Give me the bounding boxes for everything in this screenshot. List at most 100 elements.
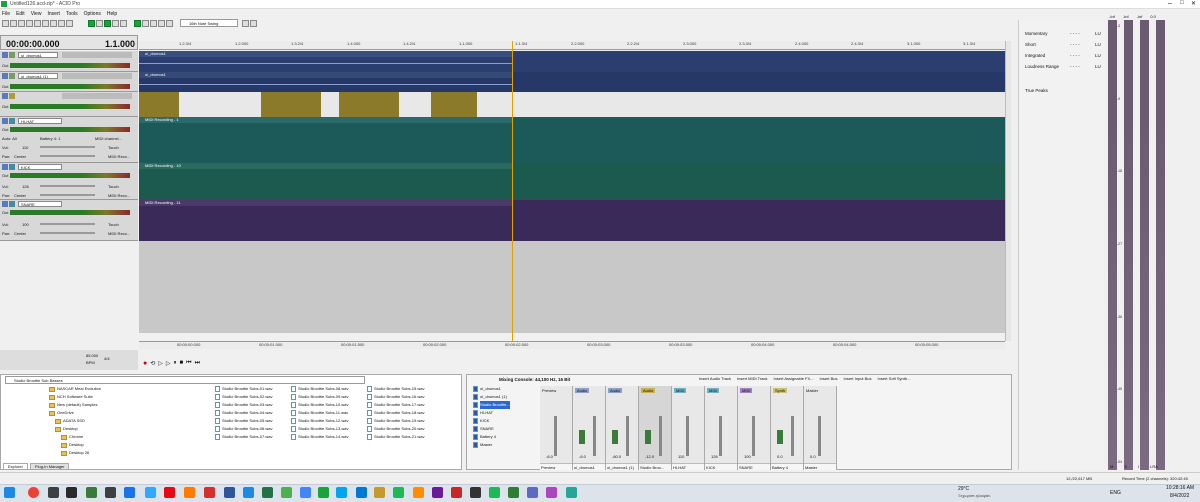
loop-playback-icon[interactable]: ⟲ <box>150 360 155 367</box>
midi-record-label[interactable]: MIDI Reco... <box>108 231 130 236</box>
automation-label[interactable]: Auto: All <box>2 136 17 141</box>
spotify-icon[interactable] <box>489 487 500 498</box>
weather-temp[interactable]: 29°C <box>958 486 969 492</box>
track-header[interactable]: HI-HAT Out Auto: All Battery 4: 1 MIDI c… <box>0 117 138 163</box>
clock-date[interactable]: 8/4/2022 <box>1170 493 1189 499</box>
app-icon[interactable] <box>508 487 519 498</box>
mixer-list-item[interactable]: HI-HAT <box>480 409 493 417</box>
track-name[interactable]: oi_dromos1 <box>18 52 58 58</box>
track-header[interactable]: oi_dromos1 Out <box>0 51 138 72</box>
fader[interactable] <box>818 416 821 456</box>
file-item[interactable]: Studio Broottie Subs-07.wav <box>222 433 272 441</box>
mixer-list-item[interactable]: Master <box>480 441 492 449</box>
start-icon[interactable] <box>4 487 15 498</box>
loop-clip[interactable] <box>431 92 477 117</box>
record-icon[interactable]: ● <box>143 360 147 367</box>
file-item[interactable]: Studio Broottie Subs-12.wav <box>298 417 348 425</box>
file-item[interactable]: Studio Broottie Subs-15.wav <box>374 385 424 393</box>
app-icon[interactable] <box>124 487 135 498</box>
touch-label[interactable]: Touch <box>108 184 119 189</box>
properties-icon[interactable] <box>150 19 157 27</box>
fader[interactable] <box>626 416 629 456</box>
cut-icon[interactable] <box>34 19 41 27</box>
app-icon[interactable] <box>281 487 292 498</box>
track-header[interactable]: SNARE Out Vol: 100 Touch Pan: Center MID… <box>0 200 138 241</box>
track-header[interactable]: oi_dromos1 (1) Out <box>0 72 138 92</box>
mixer-list-item[interactable]: Battery 4 <box>480 433 496 441</box>
midi-clip[interactable]: MIDI Recording - 10 <box>139 163 1005 200</box>
pan-slider[interactable] <box>40 155 95 157</box>
touch-label[interactable]: Touch <box>108 222 119 227</box>
stop-icon[interactable]: ■ <box>180 360 184 366</box>
menu-file[interactable]: File <box>2 11 10 17</box>
checkbox-icon[interactable] <box>473 402 478 408</box>
play-from-start-icon[interactable]: ▷ <box>158 360 163 367</box>
midi-clip[interactable]: MIDI Recording - 11 <box>139 200 1005 241</box>
mixer-list-item[interactable]: oi_dromos1 <box>480 385 501 393</box>
menu-help[interactable]: Help <box>107 11 117 17</box>
track-name[interactable]: SNARE <box>18 201 62 207</box>
insert-fx-button[interactable]: Insert Assignable FX... <box>773 376 813 381</box>
fader[interactable] <box>752 416 755 456</box>
mixer-strip[interactable]: Synth 0.0 Battery 4 <box>771 386 804 470</box>
tree-item[interactable]: New (default) Samples <box>57 401 97 409</box>
fader[interactable] <box>554 416 557 456</box>
midi-channel-label[interactable]: MIDI channel... <box>95 136 122 141</box>
file-item[interactable]: Studio Broottie Subs-08.wav <box>298 385 348 393</box>
timeline-scrollbar[interactable] <box>1005 41 1011 341</box>
loop-clip[interactable] <box>339 92 399 117</box>
audio-clip[interactable]: oi_dromos1 <box>139 51 1005 72</box>
app-icon[interactable] <box>105 487 116 498</box>
insert-input-bus-button[interactable]: Insert Input Bus <box>844 376 872 381</box>
insert-audio-track-button[interactable]: Insert Audio Track <box>699 376 731 381</box>
app-icon[interactable] <box>413 487 424 498</box>
app-icon[interactable] <box>470 487 481 498</box>
touch-label[interactable]: Touch <box>108 145 119 150</box>
tree-item[interactable]: Desktop <box>69 441 84 449</box>
app-icon[interactable] <box>184 487 195 498</box>
draw-tool-icon[interactable] <box>88 19 95 27</box>
weather-desc[interactable]: Ξεχωριστ.ηλιοφάν. <box>958 493 991 498</box>
loop-track-lane[interactable] <box>139 92 1005 117</box>
track-name[interactable]: HI-HAT <box>18 118 62 124</box>
app-icon[interactable] <box>432 487 443 498</box>
file-item[interactable]: Studio Broottie Subs-19.wav <box>374 417 424 425</box>
select-tool-icon[interactable] <box>96 19 103 27</box>
app-icon[interactable] <box>527 487 538 498</box>
menu-tools[interactable]: Tools <box>66 11 78 17</box>
tree-item[interactable]: NASCAR Meal Evolution <box>57 385 101 393</box>
app-icon[interactable] <box>336 487 347 498</box>
insert-soft-synth-button[interactable]: Insert Soft Synth... <box>878 376 911 381</box>
insert-midi-track-button[interactable]: Insert MIDI Track <box>737 376 767 381</box>
file-item[interactable]: Studio Broottie Subs-09.wav <box>298 393 348 401</box>
grid-icon[interactable] <box>242 19 249 27</box>
mixer-strip[interactable]: Audio -60.0 oi_dromos1 (1) <box>606 386 639 470</box>
render-icon[interactable] <box>26 19 33 27</box>
copy-icon[interactable] <box>42 19 49 27</box>
close-icon[interactable]: ✕ <box>1191 0 1196 7</box>
minimize-icon[interactable]: – <box>1168 0 1172 7</box>
checkbox-icon[interactable] <box>473 442 478 448</box>
track-name[interactable]: oi_dromos1 (1) <box>18 73 58 79</box>
mixer-strip[interactable]: MIDI 100 SNARE <box>738 386 771 470</box>
file-item[interactable]: Studio Broottie Subs-17.wav <box>374 401 424 409</box>
tab-plugin-manager[interactable]: Plug-In Manager <box>29 462 70 470</box>
checkbox-icon[interactable] <box>473 386 478 392</box>
track-name[interactable]: KICK <box>18 164 62 170</box>
menu-options[interactable]: Options <box>84 11 101 17</box>
file-item[interactable]: Studio Broottie Subs-10.wav <box>298 401 348 409</box>
menu-edit[interactable]: Edit <box>16 11 25 17</box>
play-icon[interactable]: ▷ <box>166 360 171 367</box>
mixer-strip[interactable]: Master 0.0 Master <box>804 386 837 470</box>
marker-icon[interactable] <box>250 19 257 27</box>
checkbox-icon[interactable] <box>473 418 478 424</box>
tree-item[interactable]: Desktop <box>63 425 78 433</box>
app-icon[interactable] <box>546 487 557 498</box>
file-item[interactable]: Studio Broottie Subs-02.wav <box>222 393 272 401</box>
fader[interactable] <box>791 416 794 456</box>
mixer-strip[interactable]: MIDI 110 HI-HAT <box>672 386 705 470</box>
maximize-icon[interactable]: □ <box>1180 0 1184 6</box>
mixer-list-item[interactable]: Studio Broottie... <box>480 401 510 409</box>
file-item[interactable]: Studio Broottie Subs-18.wav <box>374 409 424 417</box>
file-item[interactable]: Studio Broottie Subs-21.wav <box>374 433 424 441</box>
